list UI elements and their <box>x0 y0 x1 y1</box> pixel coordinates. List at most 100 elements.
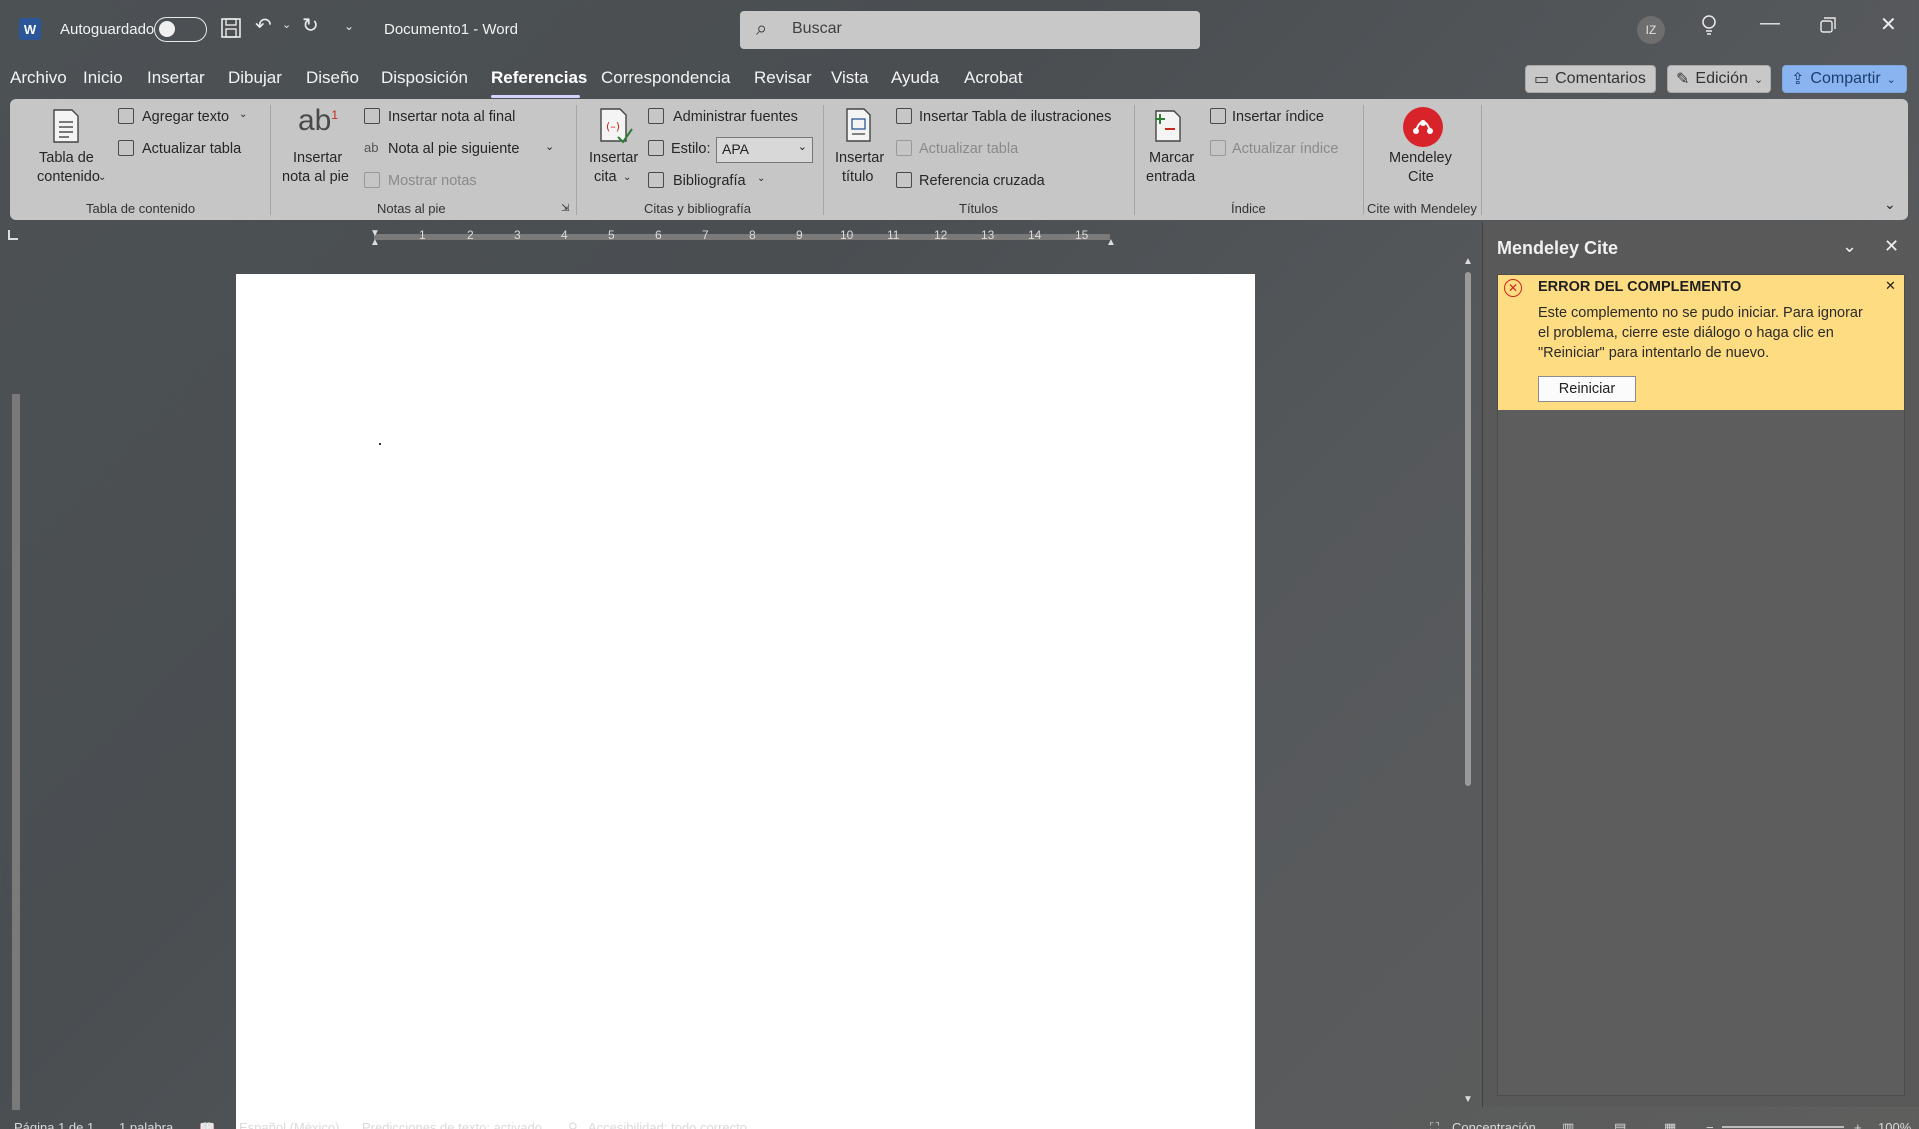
insert-table-of-figures-button[interactable]: Insertar Tabla de ilustraciones <box>919 109 1111 125</box>
insert-citation-line1[interactable]: Insertar <box>589 150 638 166</box>
zoom-out-icon[interactable]: − <box>1706 1120 1714 1129</box>
footnote-icon[interactable]: ab1 <box>298 104 338 138</box>
page-count[interactable]: Página 1 de 1 <box>14 1120 94 1129</box>
hanging-indent-marker[interactable]: ▲ <box>370 237 380 248</box>
zoom-in-icon[interactable]: + <box>1854 1120 1862 1129</box>
insert-caption-line1[interactable]: Insertar <box>835 150 884 166</box>
focus-mode-button[interactable]: Concentración <box>1452 1120 1536 1129</box>
tab-ayuda[interactable]: Ayuda <box>891 68 939 88</box>
text-predictions-status[interactable]: Predicciones de texto: activado <box>362 1120 542 1129</box>
redo-icon[interactable]: ↻ <box>302 16 319 36</box>
mendeley-cite-line1[interactable]: Mendeley <box>1389 150 1452 166</box>
tab-acrobat[interactable]: Acrobat <box>964 68 1023 88</box>
manage-sources-button[interactable]: Administrar fuentes <box>673 109 798 125</box>
show-notes-button[interactable]: Mostrar notas <box>388 173 477 189</box>
comments-button[interactable]: ▭ Comentarios <box>1525 65 1656 93</box>
add-text-button[interactable]: Agregar texto <box>142 109 229 125</box>
insert-index-button[interactable]: Insertar índice <box>1232 109 1324 125</box>
language-status[interactable]: Español (México) <box>239 1120 339 1129</box>
word-app-icon[interactable]: W <box>19 18 41 40</box>
word-count[interactable]: 1 palabra <box>119 1120 173 1129</box>
undo-icon[interactable]: ↶ <box>255 16 272 36</box>
ruler-text-area <box>374 234 1110 240</box>
tab-inicio[interactable]: Inicio <box>83 68 123 88</box>
restore-icon[interactable] <box>1820 16 1836 39</box>
print-layout-icon[interactable]: ▤ <box>1614 1120 1626 1129</box>
zoom-level[interactable]: 100% <box>1878 1120 1911 1129</box>
tab-archivo[interactable]: Archivo <box>10 68 67 88</box>
mark-entry-line2[interactable]: entrada <box>1146 169 1195 185</box>
zoom-slider[interactable] <box>1722 1126 1844 1128</box>
table-of-contents-icon[interactable] <box>50 108 82 149</box>
web-layout-icon[interactable]: ▦ <box>1664 1120 1676 1129</box>
customize-toolbar-icon[interactable]: ⌄ <box>344 20 354 32</box>
update-toc-button[interactable]: Actualizar tabla <box>142 141 241 157</box>
cross-reference-button[interactable]: Referencia cruzada <box>919 173 1045 189</box>
accessibility-status[interactable]: Accesibilidad: todo correcto <box>588 1120 747 1129</box>
insert-citation-icon[interactable]: (–) <box>598 107 634 150</box>
update-table-icon <box>896 140 912 156</box>
scroll-up-icon[interactable]: ▲ <box>1463 256 1473 267</box>
right-indent-marker[interactable]: ▲ <box>1106 237 1116 248</box>
chevron-down-icon[interactable]: ⌄ <box>239 109 247 120</box>
toc-button-line2[interactable]: contenido <box>37 169 100 185</box>
chevron-down-icon[interactable]: ⌄ <box>757 173 765 184</box>
dismiss-error-icon[interactable]: ✕ <box>1885 278 1896 294</box>
tab-vista[interactable]: Vista <box>831 68 869 88</box>
insert-citation-line2[interactable]: cita <box>594 169 617 185</box>
proofing-icon[interactable]: 📖 <box>199 1120 215 1129</box>
user-avatar[interactable]: IZ <box>1637 16 1665 44</box>
tab-dibujar[interactable]: Dibujar <box>228 68 282 88</box>
mark-entry-icon[interactable] <box>1152 107 1184 148</box>
share-button[interactable]: ⇪ Compartir ⌄ <box>1782 65 1907 93</box>
collapse-ribbon-icon[interactable]: ⌄ <box>1884 196 1896 213</box>
chevron-down-icon[interactable]: ⌄ <box>98 172 106 183</box>
mark-entry-line1[interactable]: Marcar <box>1149 150 1194 166</box>
dialog-launcher-icon[interactable]: ⇲ <box>561 203 569 214</box>
close-window-icon[interactable]: ✕ <box>1880 12 1897 37</box>
scroll-down-icon[interactable]: ▼ <box>1463 1094 1473 1105</box>
tab-selector-icon[interactable] <box>8 230 18 240</box>
next-footnote-button[interactable]: Nota al pie siguiente <box>388 141 519 157</box>
table-of-figures-icon <box>896 108 912 124</box>
document-page[interactable] <box>236 274 1255 1129</box>
horizontal-ruler[interactable]: ▼ ▲ ▲ 1 2 3 4 5 6 7 8 9 10 11 12 13 14 1… <box>232 228 1252 248</box>
tab-disposicion[interactable]: Disposición <box>381 68 468 88</box>
insert-caption-line2[interactable]: título <box>842 169 873 185</box>
vertical-ruler[interactable] <box>8 280 24 1110</box>
text-cursor <box>379 443 381 445</box>
vertical-scrollbar[interactable]: ▲ ▼ <box>1462 256 1474 1108</box>
chevron-down-icon[interactable]: ⌄ <box>623 172 631 183</box>
tab-referencias[interactable]: Referencias <box>491 68 587 88</box>
group-separator <box>1481 105 1482 215</box>
restart-button[interactable]: Reiniciar <box>1538 376 1636 402</box>
search-box[interactable]: ⌕ Buscar <box>740 11 1200 49</box>
chevron-down-icon[interactable]: ⌄ <box>545 140 554 153</box>
bibliography-button[interactable]: Bibliografía <box>673 173 746 189</box>
undo-dropdown-icon[interactable]: ⌄ <box>282 20 291 31</box>
pane-options-chevron-icon[interactable]: ⌄ <box>1842 236 1857 257</box>
minimize-icon[interactable]: — <box>1760 12 1780 35</box>
mendeley-logo-icon[interactable] <box>1403 107 1443 147</box>
save-icon[interactable] <box>220 17 242 43</box>
editing-mode-button[interactable]: ✎ Edición ⌄ <box>1667 65 1771 93</box>
tab-insertar[interactable]: Insertar <box>147 68 205 88</box>
update-index-button[interactable]: Actualizar índice <box>1232 141 1338 157</box>
insert-footnote-line1[interactable]: Insertar <box>293 150 342 166</box>
tab-revisar[interactable]: Revisar <box>754 68 812 88</box>
citation-style-select[interactable]: APA ⌄ <box>716 137 813 163</box>
autosave-toggle[interactable] <box>154 17 207 42</box>
insert-footnote-line2[interactable]: nota al pie <box>282 169 349 185</box>
update-figures-table-button[interactable]: Actualizar tabla <box>919 141 1018 157</box>
lightbulb-icon[interactable] <box>1700 14 1718 42</box>
ruler-number: 9 <box>796 228 803 242</box>
toc-button-line1[interactable]: Tabla de <box>39 150 94 166</box>
scrollbar-thumb[interactable] <box>1465 272 1471 786</box>
close-pane-icon[interactable]: ✕ <box>1884 236 1899 257</box>
insert-endnote-button[interactable]: Insertar nota al final <box>388 109 515 125</box>
tab-diseno[interactable]: Diseño <box>306 68 359 88</box>
tab-correspondencia[interactable]: Correspondencia <box>601 68 730 88</box>
read-mode-icon[interactable]: ▥ <box>1562 1120 1574 1129</box>
insert-caption-icon[interactable] <box>844 107 874 148</box>
mendeley-cite-line2[interactable]: Cite <box>1408 169 1434 185</box>
